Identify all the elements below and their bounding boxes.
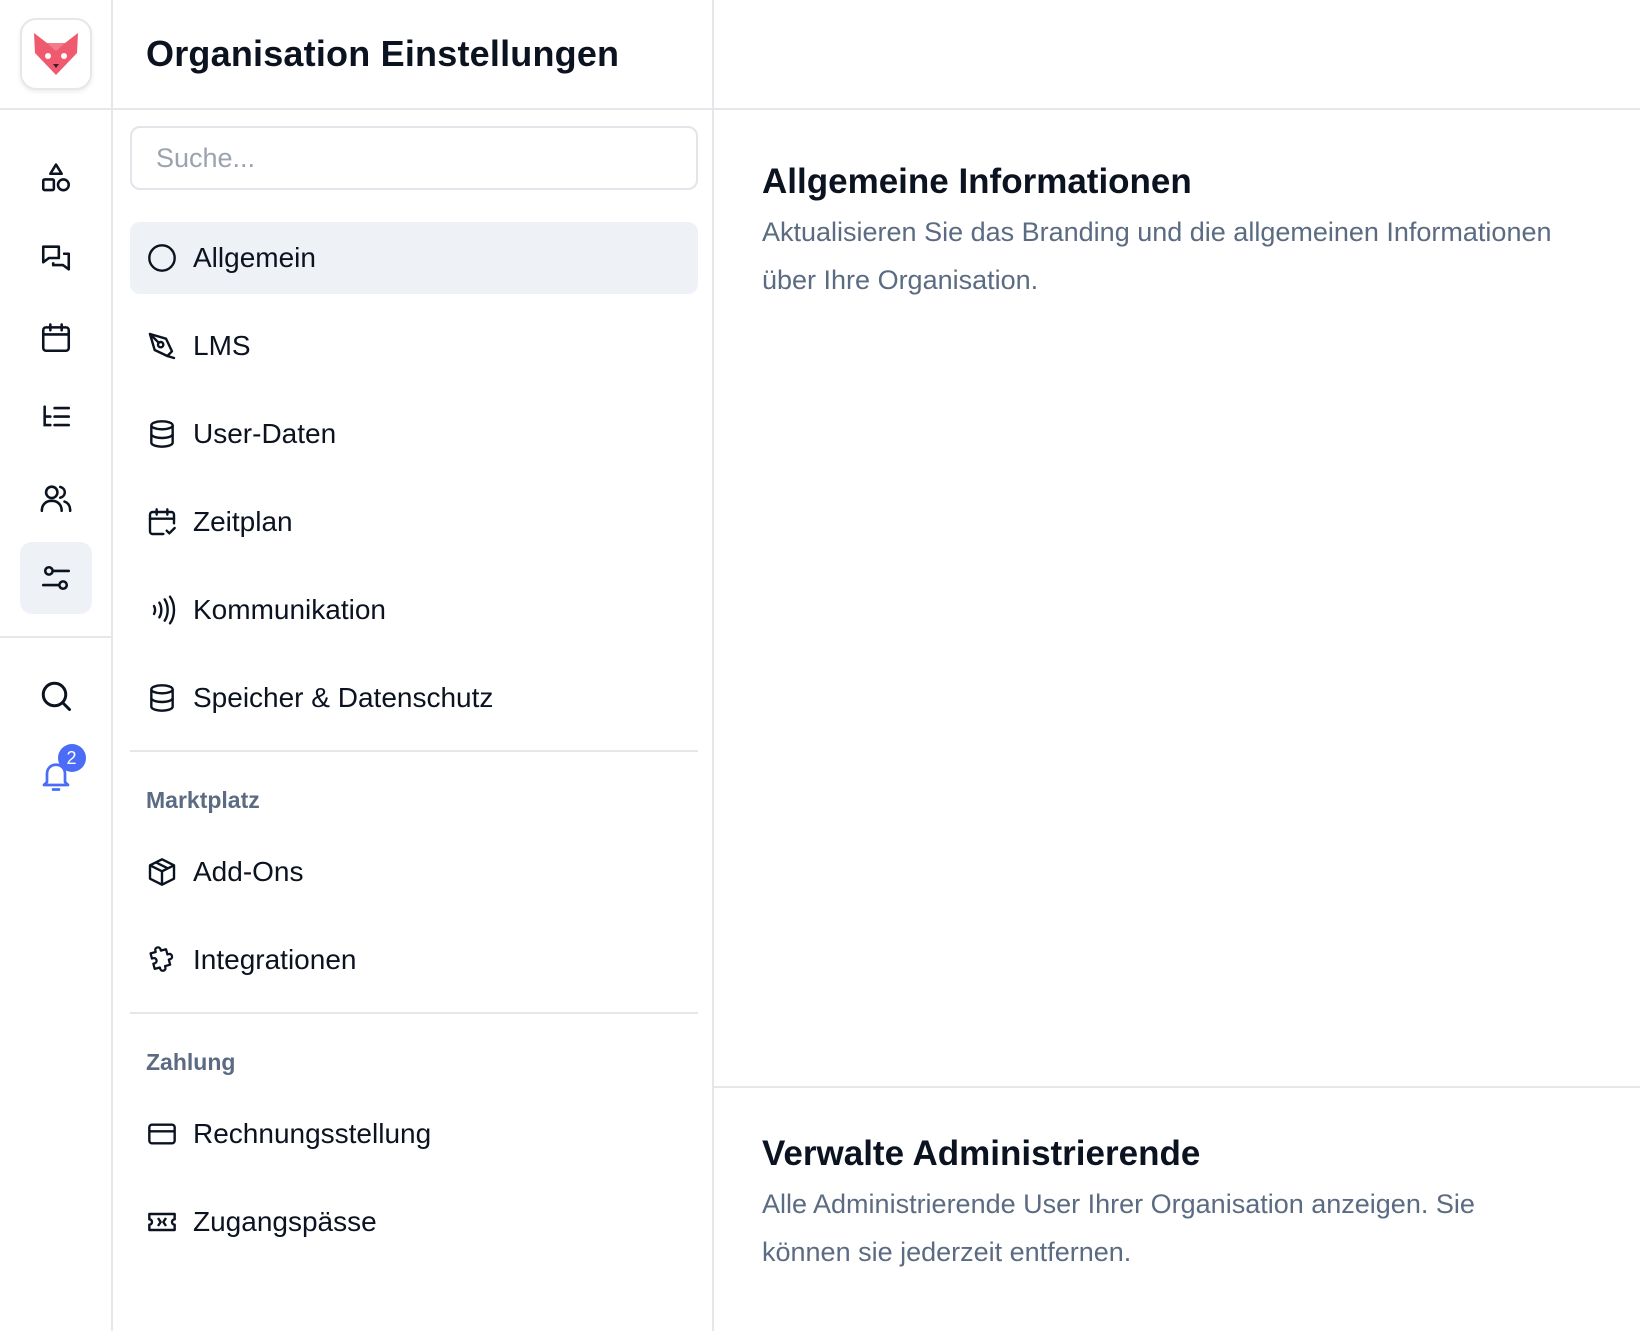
ticket-icon — [146, 1206, 178, 1238]
calendar-check-icon — [146, 506, 178, 538]
nav-item-allgemein[interactable]: Allgemein — [130, 222, 698, 294]
nav-item-label: LMS — [193, 330, 251, 361]
nav-item-kommunikation[interactable]: Kommunikation — [130, 574, 698, 646]
section-title: Allgemeine Informationen — [762, 162, 1192, 201]
chat-icon — [39, 241, 73, 275]
notification-count-badge: 2 — [57, 744, 86, 772]
main-header — [714, 0, 1640, 110]
rail-search-button[interactable] — [20, 660, 92, 732]
app-rail: 2 — [0, 0, 113, 1331]
rail-notifications-button[interactable]: 2 — [20, 740, 92, 812]
nav-item-zeitplan[interactable]: Zeitplan — [130, 486, 698, 558]
section-title: Verwalte Administrierende — [762, 1134, 1201, 1173]
users-icon — [39, 481, 73, 515]
nav-item-add-ons[interactable]: Add-Ons — [130, 836, 698, 908]
sidebar-header: Organisation Einstellungen — [113, 0, 712, 110]
database-icon — [146, 418, 178, 450]
page-title: Organisation Einstellungen — [146, 33, 620, 74]
search-icon — [38, 678, 74, 714]
list-tree-icon — [39, 401, 73, 435]
nav-item-rechnungsstellung[interactable]: Rechnungsstellung — [130, 1098, 698, 1170]
rail-list-button[interactable] — [20, 382, 92, 454]
nav-item-label: Add-Ons — [193, 856, 304, 887]
nav-item-user-daten[interactable]: User-Daten — [130, 398, 698, 470]
fox-logo[interactable] — [19, 18, 92, 90]
nav-item-lms[interactable]: LMS — [130, 310, 698, 382]
divider — [130, 750, 698, 752]
rail-header — [0, 0, 111, 110]
sliders-icon — [39, 561, 73, 595]
nav-item-label: Integrationen — [193, 944, 357, 975]
settings-nav: Allgemein LMS User-Daten Zeitplan Kommun… — [130, 222, 698, 734]
nav-item-label: Rechnungsstellung — [193, 1118, 432, 1149]
rail-bottom: 2 — [0, 638, 111, 812]
nav-item-label: User-Daten — [193, 418, 337, 449]
puzzle-icon — [146, 944, 178, 976]
settings-sidebar: Organisation Einstellungen Allgemein — [113, 0, 714, 1331]
signal-icon — [146, 594, 178, 626]
rail-chat-button[interactable] — [20, 222, 92, 294]
rail-shapes-button[interactable] — [20, 142, 92, 214]
admins-section: Verwalte Administrierende Alle Administr… — [714, 1088, 1640, 1276]
shapes-icon — [39, 161, 73, 195]
calendar-icon — [39, 321, 73, 355]
divider — [130, 1012, 698, 1014]
nav-item-label: Allgemein — [193, 242, 316, 273]
rail-users-button[interactable] — [20, 462, 92, 534]
rail-settings-button[interactable] — [19, 542, 92, 614]
rail-nav — [0, 110, 111, 638]
nav-item-label: Zugangspässe — [193, 1206, 377, 1237]
nav-item-zugangspaesse[interactable]: Zugangspässe — [130, 1186, 698, 1258]
main-content: Allgemeine Informationen Aktualisieren S… — [714, 0, 1640, 1331]
pen-tool-icon — [146, 330, 178, 362]
general-info-section: Allgemeine Informationen Aktualisieren S… — [714, 110, 1640, 1088]
nav-item-integrationen[interactable]: Integrationen — [130, 924, 698, 996]
nav-item-label: Speicher & Datenschutz — [193, 682, 494, 713]
section-description: Aktualisieren Sie das Branding und die a… — [762, 217, 1552, 295]
nav-item-label: Zeitplan — [193, 506, 293, 537]
section-label-marketplace: Marktplatz — [146, 786, 260, 813]
package-icon — [146, 856, 178, 888]
nav-item-speicher-datenschutz[interactable]: Speicher & Datenschutz — [130, 662, 698, 734]
section-label-payment: Zahlung — [146, 1048, 236, 1075]
database-icon — [146, 682, 178, 714]
nav-item-label: Kommunikation — [193, 594, 386, 625]
rail-calendar-button[interactable] — [20, 302, 92, 374]
circle-icon — [146, 242, 178, 274]
credit-card-icon — [146, 1118, 178, 1150]
search-input[interactable] — [130, 126, 698, 190]
section-description: Alle Administrierende User Ihrer Organis… — [762, 1189, 1475, 1267]
